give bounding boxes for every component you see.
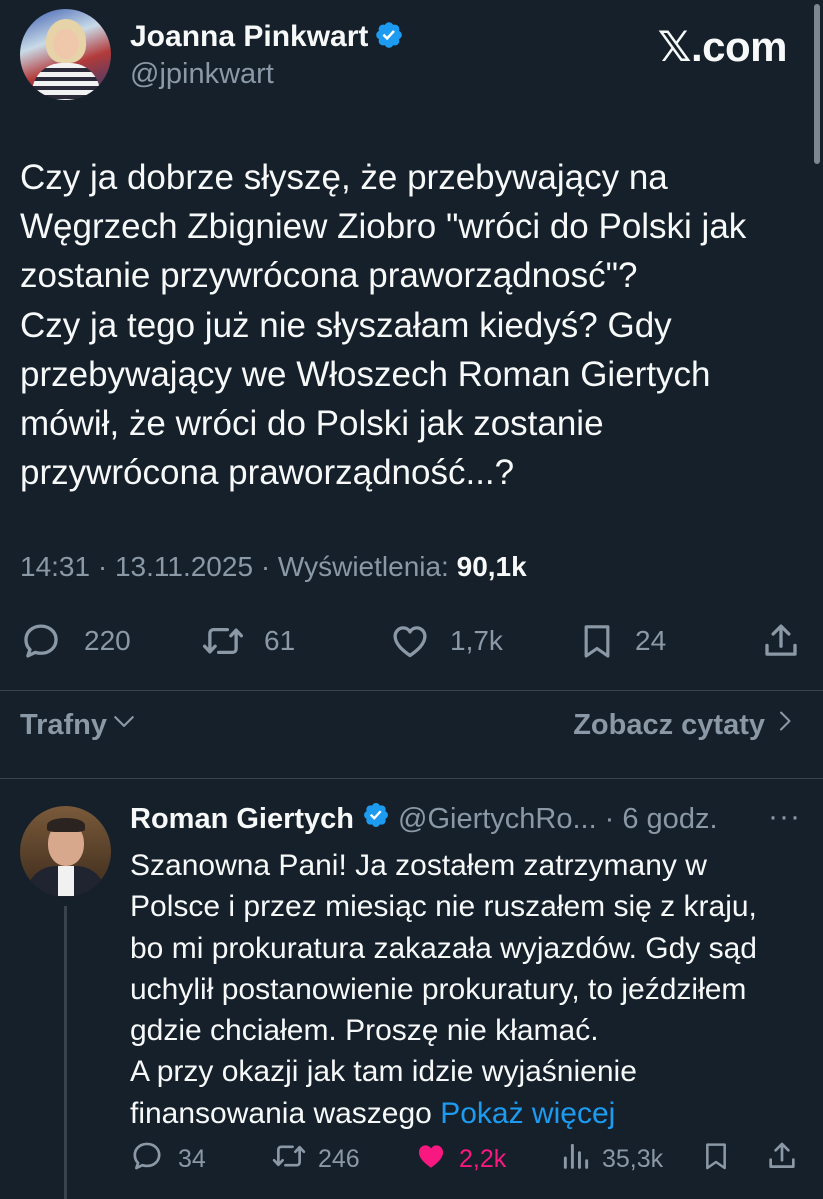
bookmark-icon xyxy=(577,620,617,662)
meta-separator: · xyxy=(97,551,108,582)
reply-text-last-line: finansowania waszego Pokaż więcej xyxy=(130,1093,800,1134)
like-button[interactable]: 1,7k xyxy=(388,619,503,663)
reply-bookmark-button[interactable] xyxy=(700,1141,732,1177)
tweet-meta: 14:31 · 13.11.2025 · Wyświetlenia: 90,1k xyxy=(20,551,527,583)
reply-author-avatar[interactable] xyxy=(20,806,111,897)
reply-text-line: bo mi prokuratura zakazała wyjazdów. Gdy… xyxy=(130,931,757,965)
share-icon xyxy=(765,1139,799,1180)
meta-separator: · xyxy=(260,551,271,582)
reply-repost-button[interactable]: 246 xyxy=(270,1141,360,1177)
author-avatar[interactable] xyxy=(20,9,111,100)
bookmark-button[interactable]: 24 xyxy=(577,619,666,663)
reply-views-button[interactable]: 35,3k xyxy=(560,1141,663,1177)
reply-button[interactable]: 220 xyxy=(20,619,131,663)
tweet-text-line: mówił, że wróci do Polski jak zostanie xyxy=(20,404,604,444)
show-more-link[interactable]: Pokaż więcej xyxy=(440,1097,615,1130)
repost-button[interactable]: 61 xyxy=(200,619,295,663)
tweet-text: Czy ja dobrze słyszę, że przebywający na… xyxy=(20,153,800,497)
tweet-text-line: przywrócona praworządność...? xyxy=(20,453,515,493)
tweet-text-line: przebywający we Włoszech Roman Giertych xyxy=(20,354,711,394)
divider xyxy=(0,690,823,691)
reply-header: Roman Giertych @GiertychRo... · 6 godz. xyxy=(130,801,718,837)
author-name-row[interactable]: Joanna Pinkwart xyxy=(130,20,404,58)
author-handle[interactable]: @jpinkwart xyxy=(130,58,274,91)
repost-icon xyxy=(200,620,246,662)
reply-like-count: 2,2k xyxy=(459,1144,507,1173)
view-quotes-link[interactable]: Zobacz cytaty xyxy=(573,708,797,742)
reply-icon xyxy=(20,620,62,662)
tweet-time[interactable]: 14:31 xyxy=(20,551,90,582)
thread-line xyxy=(64,906,67,1199)
sort-dropdown[interactable]: Trafny xyxy=(20,708,137,742)
tweet-text-line: Węgrzech Zbigniew Ziobro "wróci do Polsk… xyxy=(20,207,747,247)
views-icon xyxy=(560,1139,592,1180)
reply-reply-count: 34 xyxy=(178,1144,206,1173)
verified-badge-icon xyxy=(374,20,404,58)
reply-views-count: 35,3k xyxy=(602,1144,664,1173)
views-label: Wyświetlenia: xyxy=(277,551,449,582)
chevron-down-icon xyxy=(111,708,137,742)
sort-label: Trafny xyxy=(20,708,108,741)
reply-like-button[interactable]: 2,2k xyxy=(413,1141,506,1177)
reply-reply-button[interactable]: 34 xyxy=(130,1141,206,1177)
reply-text: Szanowna Pani! Ja zostałem zatrzymany w … xyxy=(130,845,800,1134)
reply-author-handle[interactable]: @GiertychRo... xyxy=(398,803,597,836)
share-button[interactable] xyxy=(760,619,802,663)
more-icon[interactable]: ··· xyxy=(768,800,801,834)
chevron-right-icon xyxy=(773,708,797,742)
views-count[interactable]: 90,1k xyxy=(457,551,527,582)
scrollbar-thumb[interactable] xyxy=(814,4,820,164)
tweet-date[interactable]: 13.11.2025 xyxy=(115,551,253,582)
like-filled-icon xyxy=(413,1139,449,1180)
reply-text-tail: finansowania waszego xyxy=(130,1096,432,1130)
repost-icon xyxy=(270,1139,308,1180)
reply-text-line: Polsce i przez miesiąc nie ruszałem się … xyxy=(130,890,757,924)
share-icon xyxy=(760,620,802,662)
like-icon xyxy=(388,620,432,662)
bookmark-icon xyxy=(700,1139,732,1180)
reply-time[interactable]: · 6 godz. xyxy=(605,803,718,836)
reply-count: 220 xyxy=(84,625,131,656)
verified-badge-icon xyxy=(362,801,390,837)
reply-text-line: Szanowna Pani! Ja zostałem zatrzymany w xyxy=(130,849,707,882)
reply-text-line: A przy okazji jak tam idzie wyjaśnienie xyxy=(130,1055,637,1089)
x-logo: 𝕏.com xyxy=(657,23,788,70)
divider xyxy=(0,778,823,779)
tweet-text-line: Czy ja tego już nie słyszałam kiedyś? Gd… xyxy=(20,305,672,345)
reply-icon xyxy=(130,1139,164,1180)
reply-share-button[interactable] xyxy=(765,1141,799,1177)
reply-author-name[interactable]: Roman Giertych xyxy=(130,803,354,836)
repost-count: 61 xyxy=(264,625,296,656)
tweet-text-line: zostanie przywrócona praworządnosć"? xyxy=(20,256,638,296)
author-name[interactable]: Joanna Pinkwart xyxy=(130,20,368,53)
like-count: 1,7k xyxy=(450,625,503,656)
reply-text-line: gdzie chciałem. Proszę nie kłamać. xyxy=(130,1014,599,1048)
reply-text-line: uchylił postanowienie prokuratury, to je… xyxy=(130,972,747,1006)
view-quotes-label: Zobacz cytaty xyxy=(573,708,765,741)
tweet-text-line: Czy ja dobrze słyszę, że przebywający na xyxy=(20,158,668,197)
bookmark-count: 24 xyxy=(635,625,667,656)
reply-repost-count: 246 xyxy=(318,1144,360,1173)
